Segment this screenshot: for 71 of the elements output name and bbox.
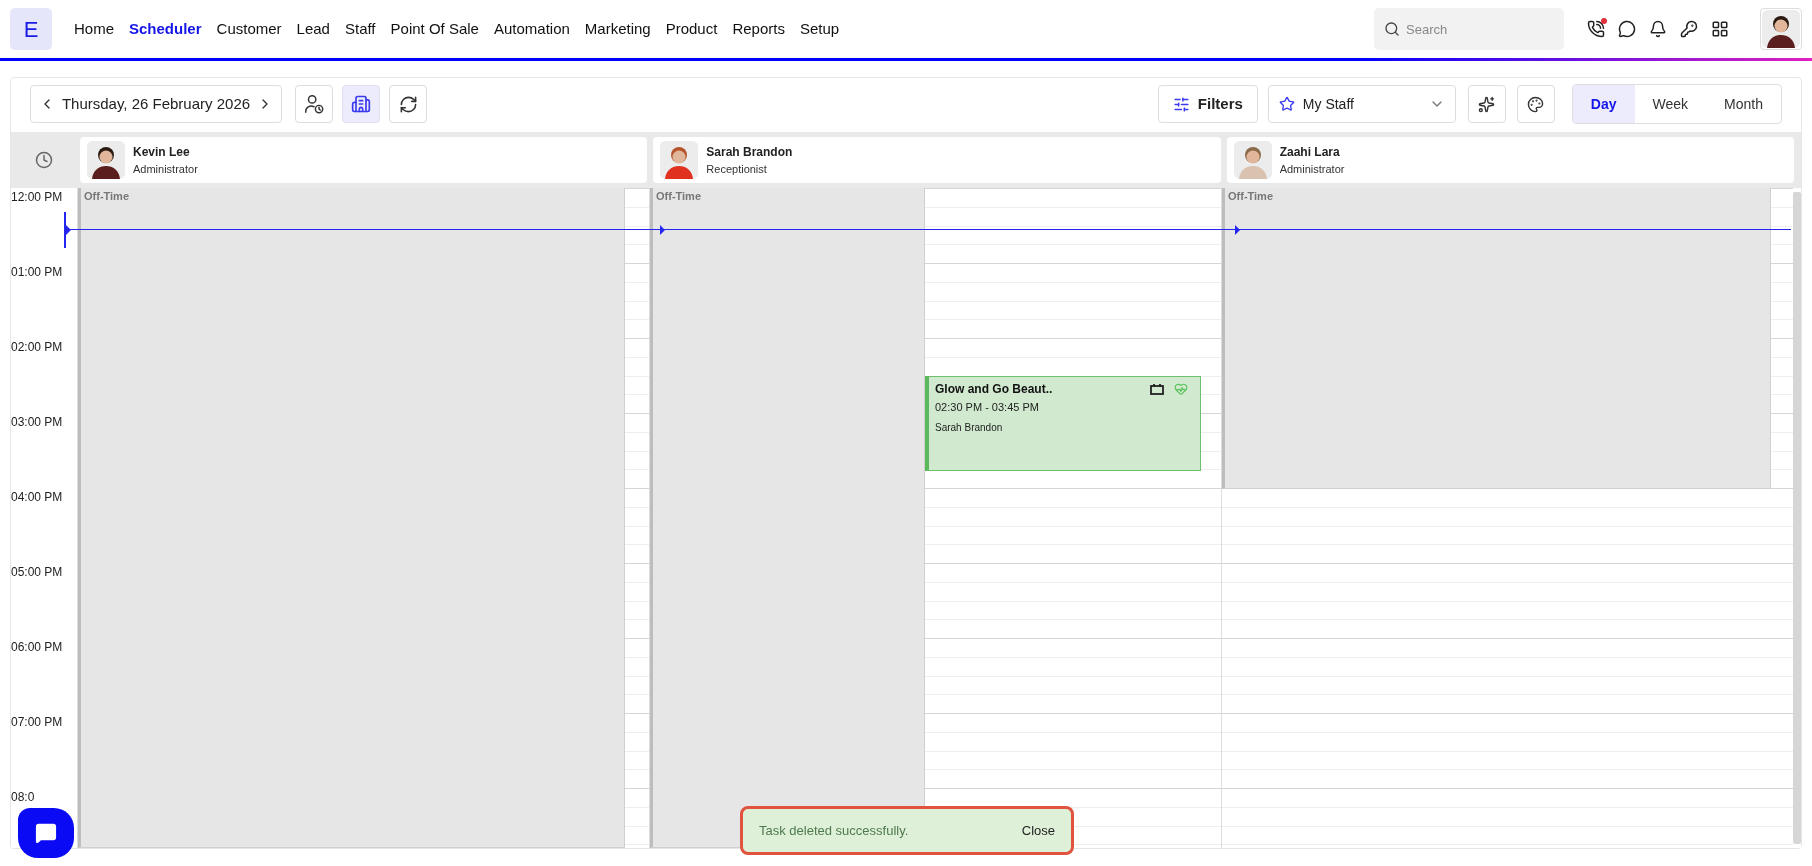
palette-icon [1527,95,1545,113]
calendar-icon[interactable] [1150,383,1164,395]
staff-role: Receptionist [706,161,768,177]
off-time-label: Off-Time [656,189,703,204]
staff-role: Administrator [133,161,198,177]
avatar [1233,141,1272,179]
tool-button[interactable] [389,85,427,123]
nav-link[interactable]: Staff [344,17,376,41]
nav-link[interactable]: Customer [216,17,282,41]
appointment-staff: Sarah Brandon [935,420,1004,435]
nav-link[interactable]: Lead [296,17,330,41]
message-icon [35,822,57,844]
avatar [660,141,699,179]
nav-link[interactable]: Product [665,17,718,41]
nav-link[interactable]: Marketing [584,17,651,41]
appointment-title: Glow and Go Beaut.. [935,381,1054,398]
staff-name: Sarah Brandon [706,143,793,161]
nav-link[interactable]: Reports [732,17,785,41]
refresh-icon [398,94,418,114]
appointment-card[interactable]: Glow and Go Beaut.. 02:30 PM - 03:45 PM Sarah Brandon [925,376,1201,471]
staff-name: Kevin Lee [133,143,191,161]
time-label: 12:00 PM [11,189,64,206]
date-label: Thursday, 26 February 2026 [61,93,251,114]
building-icon [351,94,371,114]
avatar [87,141,125,179]
phone-icon[interactable] [1586,19,1606,39]
appointment-time: 02:30 PM - 03:45 PM [935,400,1040,415]
time-label: 04:00 PM [11,489,64,506]
tool-button[interactable] [342,85,380,123]
sparkle-button[interactable] [1467,85,1506,123]
time-label: 06:00 PM [11,639,64,656]
filters-button[interactable]: Filters [1157,85,1258,123]
off-time-label: Off-Time [1228,189,1275,204]
time-label: 02:00 PM [11,339,64,356]
sparkles-icon [1478,95,1496,113]
view-tab[interactable]: Week [1634,85,1707,123]
nav-link[interactable]: Home [74,17,114,41]
nav-link[interactable]: Scheduler [129,17,202,41]
search-icon [1384,21,1400,37]
nav-link[interactable]: Point Of Sale [390,17,479,41]
tool-button[interactable] [295,85,333,123]
star-icon [1278,96,1295,112]
apps-icon[interactable] [1710,19,1730,39]
avatar [1762,10,1800,48]
time-label: 07:00 PM [11,714,64,731]
nav-link[interactable]: Setup [799,17,840,41]
time-label: 05:00 PM [11,564,64,581]
palette-button[interactable] [1516,85,1555,123]
off-time-label: Off-Time [84,189,131,204]
sliders-icon [1172,95,1190,113]
time-label: 08:0 [11,789,36,806]
view-tab[interactable]: Month [1706,85,1781,123]
close-button[interactable]: Close [1021,820,1055,841]
staff-name: Zaahi Lara [1279,143,1341,161]
view-tab[interactable]: Day [1572,85,1635,123]
profile-avatar[interactable] [1760,8,1802,50]
key-icon[interactable] [1679,19,1699,39]
scrollbar[interactable] [1793,192,1801,844]
search-field[interactable]: Search [1374,8,1564,50]
user-clock-icon [303,93,325,115]
toast-message: Task deleted successfully. [759,821,909,840]
chat-button[interactable] [18,808,74,858]
staff-select[interactable]: My Staff [1267,85,1456,123]
nav-link[interactable]: Automation [493,17,570,41]
staff-role: Administrator [1279,161,1345,177]
clock-icon [35,151,53,169]
logo[interactable]: E [10,8,52,50]
time-label: 01:00 PM [11,264,64,281]
bell-icon[interactable] [1648,19,1668,39]
time-label: 03:00 PM [11,414,64,431]
chat-icon[interactable] [1617,19,1637,39]
